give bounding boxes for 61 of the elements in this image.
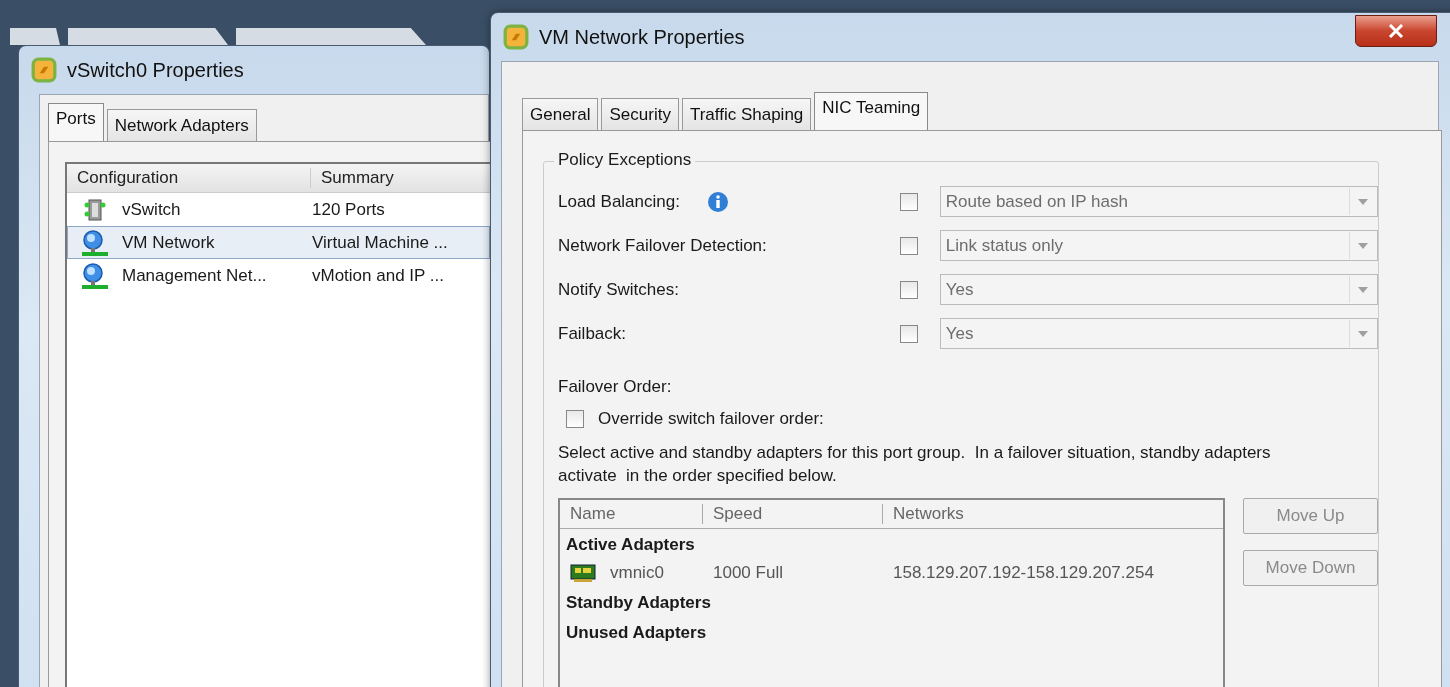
group-heading: Active Adapters [565, 534, 696, 556]
tab[interactable]: Ports [48, 103, 104, 141]
app-icon [503, 24, 529, 50]
dropdown[interactable]: Yes [939, 318, 1378, 349]
table-cell-text: 158.129.207.192-158.129.207.254 [892, 563, 1154, 583]
list-row[interactable]: Management Net... vMotion and IP ... [67, 259, 490, 292]
list-row[interactable]: vSwitch 120 Ports [67, 193, 490, 226]
tab[interactable]: NIC Teaming [814, 92, 929, 130]
app-icon [31, 57, 57, 83]
checkbox[interactable] [899, 280, 918, 299]
close-icon [1388, 24, 1404, 38]
table-cell-text: 1000 Full [712, 563, 784, 583]
dropdown[interactable]: Yes [939, 274, 1378, 305]
background-tab[interactable] [10, 28, 60, 45]
field-label: Load Balancing: [558, 191, 680, 212]
section-label: Failover Order: [558, 377, 673, 397]
table-cell-text: VM Network [122, 232, 216, 253]
column-header[interactable]: Summary [311, 168, 394, 188]
checkbox-label: Override switch failover order: [598, 409, 824, 429]
column-header[interactable]: Name [560, 504, 703, 524]
column-header[interactable]: Configuration [67, 168, 311, 188]
tab[interactable]: Network Adapters [106, 109, 257, 141]
description-text: Select active and standby adapters for this port group. In a failover situation, standby adapters activate in the order specified below. [558, 442, 1272, 487]
group-heading: Standby Adapters [565, 592, 712, 614]
list-row[interactable]: VM Network Virtual Machine ... [67, 226, 490, 259]
column-header[interactable]: Speed [703, 504, 883, 524]
checkbox[interactable] [899, 324, 918, 343]
network-card-icon [570, 563, 596, 583]
tab[interactable]: Traffic Shaping [681, 98, 812, 130]
window-title: VM Network Properties [539, 25, 745, 49]
column-header[interactable]: Networks [883, 504, 964, 524]
checkbox[interactable] [899, 192, 918, 211]
tab[interactable]: General [522, 98, 599, 130]
switch-icon [83, 196, 107, 223]
group-title: Policy Exceptions [554, 150, 696, 170]
background-tab[interactable] [236, 28, 426, 45]
caret-icon [1358, 198, 1368, 205]
caret-icon [1358, 286, 1368, 293]
table-cell: vMotion and IP ... [312, 265, 444, 286]
dropdown[interactable]: Route based on IP hash [939, 186, 1378, 217]
checkbox[interactable] [566, 410, 584, 428]
field-label: Network Failover Detection: [558, 235, 767, 256]
table-cell: 120 Ports [312, 199, 385, 220]
background-tab[interactable] [68, 28, 228, 45]
group-heading: Unused Adapters [565, 622, 708, 644]
close-button[interactable] [1355, 15, 1437, 47]
caret-icon [1358, 242, 1368, 249]
table-cell: vmnic0 [610, 563, 664, 583]
globe-icon [81, 261, 109, 290]
caret-icon [1358, 330, 1368, 337]
window-title: vSwitch0 Properties [67, 58, 244, 82]
dropdown[interactable]: Link status only [939, 230, 1378, 261]
field-label: Failback: [558, 323, 627, 344]
checkbox[interactable] [899, 236, 918, 255]
tab[interactable]: Security [601, 98, 679, 130]
table-cell-text: vSwitch [122, 199, 182, 220]
table-cell-text: Management Net... [122, 265, 268, 286]
globe-icon [81, 228, 109, 257]
table-cell: Virtual Machine ... [312, 232, 448, 253]
field-label: Notify Switches: [558, 279, 679, 300]
info-icon[interactable] [706, 190, 729, 213]
